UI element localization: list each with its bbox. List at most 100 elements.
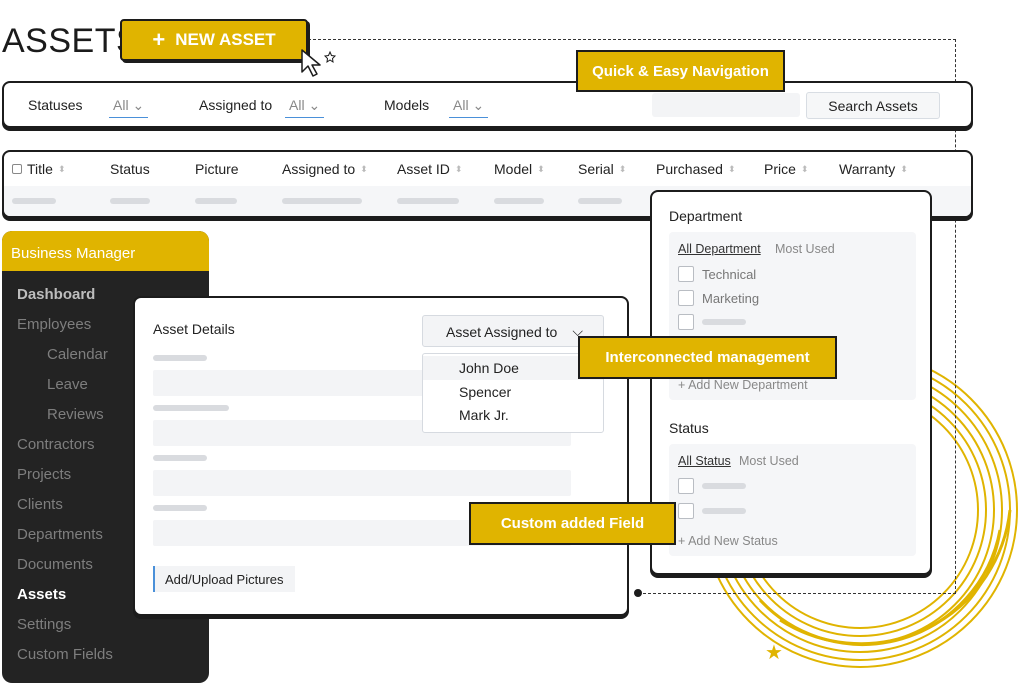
field-label-placeholder	[153, 405, 229, 411]
placeholder-bar	[578, 198, 622, 204]
placeholder-bar	[494, 198, 544, 204]
dropdown-option-spencer[interactable]: Spencer	[423, 380, 603, 404]
sidebar-item-dashboard[interactable]: Dashboard	[17, 286, 95, 303]
column-header-purchased[interactable]: Purchased ⬍	[656, 161, 735, 177]
search-assets-button[interactable]: Search Assets	[806, 92, 940, 119]
filter-bar: Statuses All ⌄ Assigned to All ⌄ Models …	[2, 81, 973, 128]
sort-icon: ⬍	[537, 163, 545, 174]
chevron-down-icon: ⌄	[472, 97, 485, 113]
dropdown-option-mark-jr[interactable]: Mark Jr.	[423, 403, 603, 427]
connector-dot	[634, 589, 642, 597]
sidebar-item-assets[interactable]: Assets	[17, 586, 66, 603]
asset-details-title: Asset Details	[153, 321, 235, 337]
column-header-warranty[interactable]: Warranty ⬍	[839, 161, 908, 177]
new-asset-button[interactable]: + NEW ASSET	[120, 19, 308, 61]
tab-all-status[interactable]: All Status	[678, 454, 731, 468]
sort-icon: ⬍	[900, 163, 908, 174]
callout-custom-field: Custom added Field	[469, 502, 676, 545]
search-input[interactable]	[652, 93, 800, 117]
checkbox[interactable]	[678, 266, 694, 282]
assignee-dropdown-menu: John Doe Spencer Mark Jr.	[422, 353, 604, 433]
connector-line	[638, 593, 956, 594]
sidebar-item-projects[interactable]: Projects	[17, 466, 71, 483]
assigned-select[interactable]: All ⌄	[285, 97, 325, 118]
field-label-placeholder	[153, 355, 207, 361]
chevron-down-icon: ⌄	[132, 97, 145, 113]
plus-icon: +	[152, 27, 166, 52]
star-icon: ★	[765, 642, 783, 664]
placeholder-bar	[12, 198, 56, 204]
callout-interconnected: Interconnected management	[578, 336, 837, 379]
sort-icon: ⬍	[618, 163, 627, 174]
field-label-placeholder	[153, 455, 207, 461]
asset-details-panel: Asset Details Add/Upload Pictures Asset …	[133, 296, 629, 616]
sidebar-item-contractors[interactable]: Contractors	[17, 436, 95, 453]
chevron-down-icon: ⌄	[308, 97, 321, 113]
column-header-asset-id[interactable]: Asset ID ⬍	[397, 161, 462, 177]
status-option-placeholder[interactable]	[678, 503, 746, 519]
sort-icon: ⬍	[360, 163, 368, 174]
column-header-picture[interactable]: Picture	[195, 161, 239, 177]
department-option-placeholder[interactable]	[678, 314, 746, 330]
field-label-placeholder	[153, 505, 207, 511]
assigned-label: Assigned to	[199, 97, 273, 113]
detail-field[interactable]	[153, 470, 571, 496]
sidebar-item-documents[interactable]: Documents	[17, 556, 93, 573]
sidebar-item-employees[interactable]: Employees	[17, 316, 91, 333]
models-label: Models	[384, 97, 430, 113]
column-header-model[interactable]: Model ⬍	[494, 161, 545, 177]
placeholder-bar	[282, 198, 362, 204]
upload-pictures-button[interactable]: Add/Upload Pictures	[153, 566, 295, 592]
connector-line	[308, 39, 956, 40]
sort-icon: ⬍	[727, 163, 736, 174]
sort-icon: ⬍	[800, 163, 809, 174]
column-header-title[interactable]: Title ⬍	[12, 161, 65, 177]
new-asset-label: NEW ASSET	[175, 30, 276, 49]
placeholder-bar	[702, 508, 746, 514]
column-header-status[interactable]: Status	[110, 161, 150, 177]
sidebar-item-custom-fields[interactable]: Custom Fields	[17, 646, 113, 663]
sort-icon: ⬍	[57, 163, 66, 174]
cursor-icon	[301, 49, 337, 77]
department-option-technical[interactable]: Technical	[678, 266, 756, 282]
column-header-assigned[interactable]: Assigned to ⬍	[282, 161, 368, 177]
tab-all-department[interactable]: All Department	[678, 242, 761, 256]
callout-navigation: Quick & Easy Navigation	[576, 50, 785, 92]
add-new-department-link[interactable]: + Add New Department	[678, 378, 808, 392]
checkbox[interactable]	[678, 290, 694, 306]
department-heading: Department	[669, 208, 743, 224]
sidebar-item-clients[interactable]: Clients	[17, 496, 63, 513]
sidebar-item-leave[interactable]: Leave	[47, 376, 88, 393]
department-option-marketing[interactable]: Marketing	[678, 290, 759, 306]
placeholder-bar	[397, 198, 459, 204]
page-title: ASSETS	[2, 22, 140, 60]
asset-assigned-dropdown[interactable]: Asset Assigned to ⌵	[422, 315, 604, 347]
status-option-placeholder[interactable]	[678, 478, 746, 494]
add-new-status-link[interactable]: + Add New Status	[678, 534, 778, 548]
tab-most-used-department[interactable]: Most Used	[775, 242, 835, 256]
statuses-select[interactable]: All ⌄	[109, 97, 149, 118]
checkbox[interactable]	[678, 314, 694, 330]
checkbox[interactable]	[678, 478, 694, 494]
sort-icon: ⬍	[454, 163, 463, 174]
sidebar-item-reviews[interactable]: Reviews	[47, 406, 104, 423]
sidebar-item-calendar[interactable]: Calendar	[47, 346, 108, 363]
placeholder-bar	[702, 319, 746, 325]
placeholder-bar	[195, 198, 237, 204]
sidebar-item-settings[interactable]: Settings	[17, 616, 71, 633]
sidebar-item-departments[interactable]: Departments	[17, 526, 103, 543]
column-header-serial[interactable]: Serial ⬍	[578, 161, 626, 177]
column-header-price[interactable]: Price ⬍	[764, 161, 808, 177]
models-select[interactable]: All ⌄	[449, 97, 489, 118]
dropdown-option-john-doe[interactable]: John Doe	[423, 356, 603, 380]
status-box: All Status Most Used + Add New Status	[669, 444, 916, 556]
tab-most-used-status[interactable]: Most Used	[739, 454, 799, 468]
status-heading: Status	[669, 420, 709, 436]
sidebar-title: Business Manager	[2, 231, 209, 271]
statuses-label: Statuses	[28, 97, 83, 113]
select-all-checkbox[interactable]	[12, 164, 22, 174]
department-status-panel: Department All Department Most Used Tech…	[650, 190, 932, 575]
placeholder-bar	[110, 198, 150, 204]
checkbox[interactable]	[678, 503, 694, 519]
placeholder-bar	[702, 483, 746, 489]
